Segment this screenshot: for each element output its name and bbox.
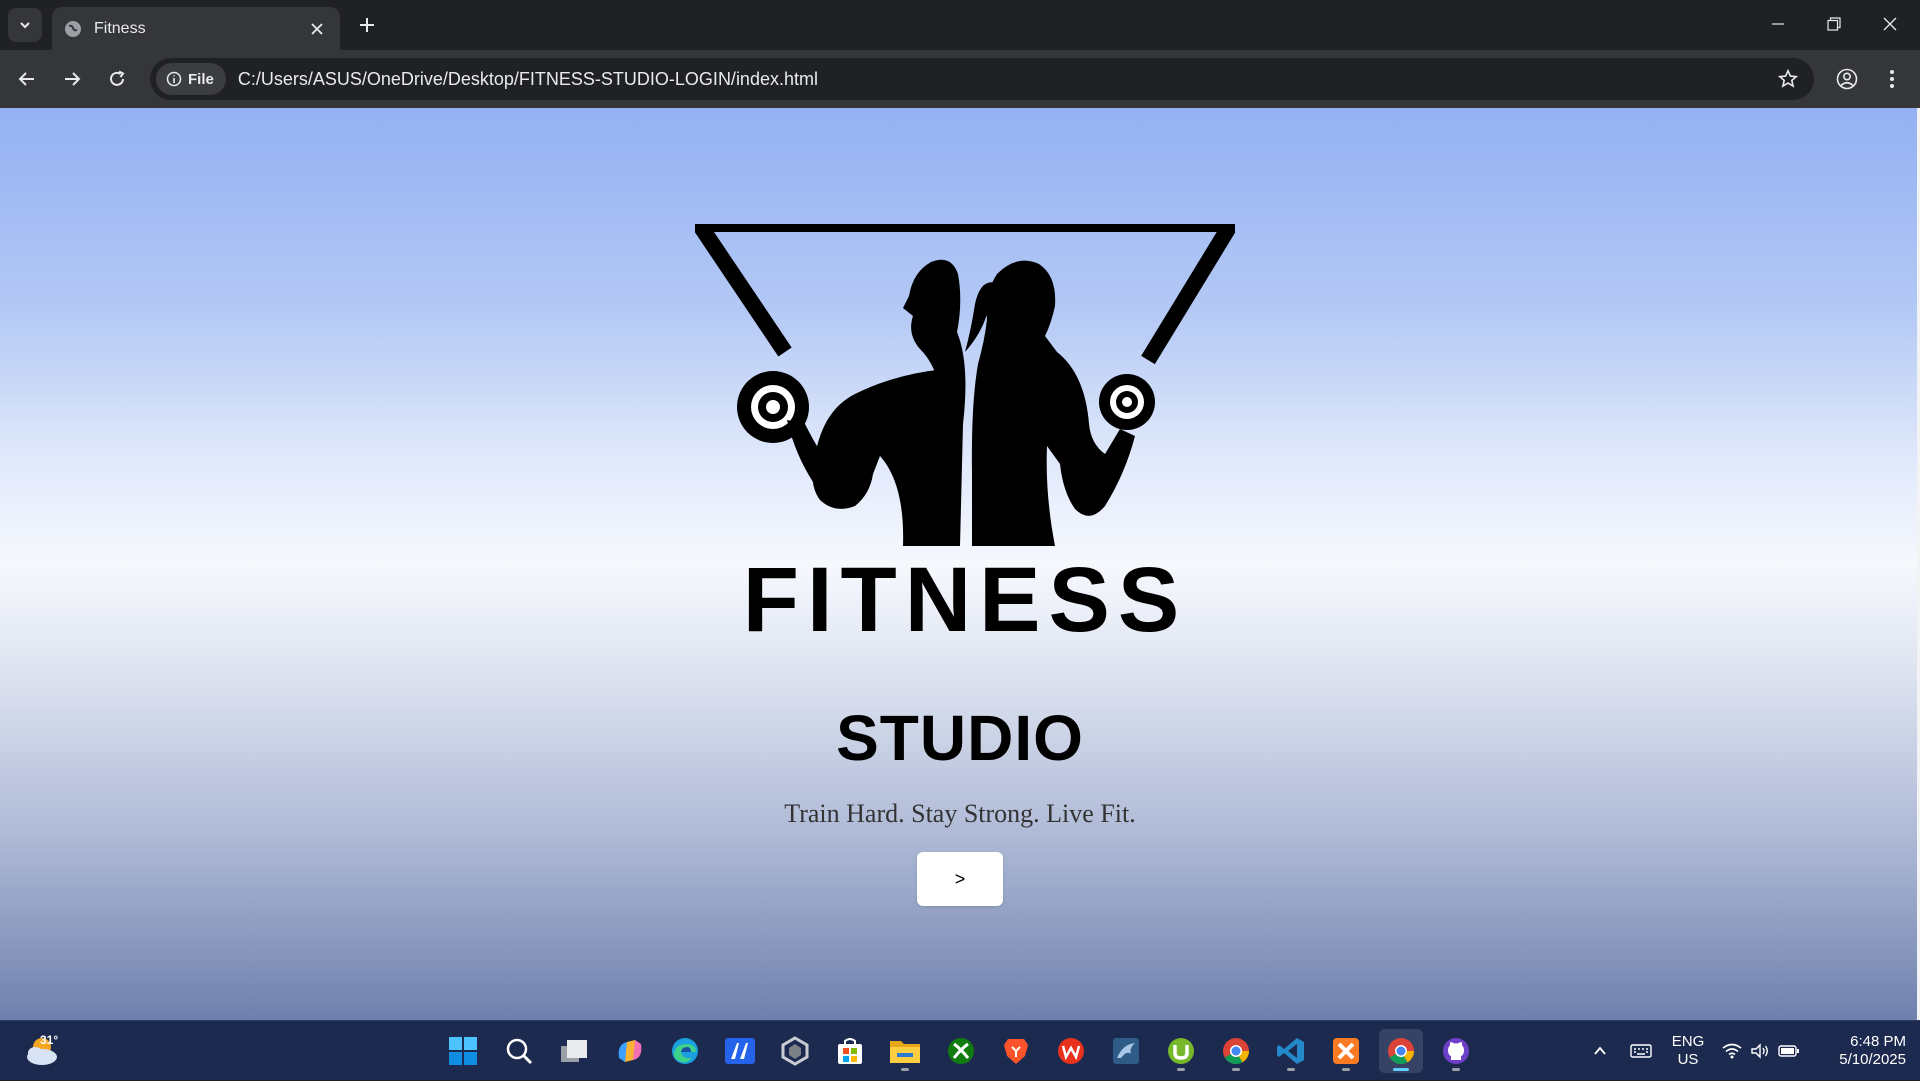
tagline: Train Hard. Stay Strong. Live Fit. (784, 799, 1136, 828)
arrow-left-icon (18, 72, 34, 86)
microsoft-store-app[interactable] (828, 1029, 872, 1073)
info-icon (166, 71, 182, 87)
weather-temp: 31° (40, 1033, 59, 1047)
unity-hub-app[interactable] (773, 1029, 817, 1073)
active-indicator (1393, 1068, 1409, 1071)
tab-title: Fitness (94, 19, 146, 37)
windows-taskbar: 31° ENG US 6:48 PM 5/10/2025 (0, 1020, 1920, 1080)
search-icon (506, 1038, 533, 1065)
plus-icon (360, 18, 374, 32)
xbox-icon (948, 1038, 974, 1064)
browser-tab-bar: Fitness (0, 0, 1920, 50)
input-language-indicator[interactable]: ENG US (1664, 1033, 1712, 1069)
touch-keyboard-button[interactable] (1626, 1021, 1656, 1081)
restore-button[interactable] (1806, 0, 1862, 48)
store-icon (838, 1038, 862, 1064)
site-chip-label: File (188, 70, 214, 88)
show-hidden-icons-button[interactable] (1586, 1021, 1614, 1081)
file-explorer-app[interactable] (883, 1029, 927, 1073)
chrome-app-active[interactable] (1379, 1029, 1423, 1073)
running-indicator (1287, 1068, 1295, 1071)
folder-icon (890, 1041, 920, 1063)
reload-icon (110, 70, 125, 86)
copilot-app[interactable] (608, 1029, 652, 1073)
restore-icon (1827, 17, 1841, 31)
back-button[interactable] (9, 61, 45, 97)
running-indicator (1342, 1068, 1350, 1071)
browser-tab-fitness[interactable]: Fitness (52, 7, 340, 50)
bookmark-star-icon[interactable] (1770, 61, 1806, 97)
system-clock[interactable]: 6:48 PM 5/10/2025 (1812, 1033, 1906, 1069)
xampp-app[interactable] (1324, 1029, 1368, 1073)
keyboard-icon (1630, 1044, 1652, 1058)
region-code: US (1677, 1051, 1699, 1068)
next-button[interactable]: > (917, 852, 1003, 906)
page-heading: STUDIO (836, 702, 1084, 774)
reload-button[interactable] (99, 61, 135, 97)
close-tab-icon[interactable] (306, 18, 328, 40)
more-vertical-icon (1890, 70, 1894, 88)
wps-office-app[interactable] (1049, 1029, 1093, 1073)
task-view-icon (561, 1040, 587, 1062)
globe-icon (64, 20, 82, 38)
running-indicator (1452, 1068, 1460, 1071)
running-indicator (1232, 1068, 1240, 1071)
clock-time: 6:48 PM (1850, 1033, 1906, 1050)
chevron-down-icon (20, 22, 30, 29)
tab-search-button[interactable] (8, 8, 42, 42)
github-desktop-app[interactable] (1434, 1029, 1478, 1073)
wps-icon (1058, 1038, 1084, 1064)
wifi-icon (1722, 1043, 1742, 1059)
ai-slash-icon (725, 1038, 755, 1064)
fitness-logo: FITNESS (695, 224, 1235, 644)
url-text[interactable]: C:/Users/ASUS/OneDrive/Desktop/FITNESS-S… (238, 69, 1770, 90)
edge-icon (672, 1038, 698, 1064)
browser-menu-button[interactable] (1874, 61, 1910, 97)
profile-icon (1836, 68, 1858, 90)
brave-lion-icon (1004, 1039, 1028, 1064)
battery-icon (1778, 1045, 1799, 1057)
chevron-up-icon (1594, 1046, 1606, 1055)
ai-app[interactable] (718, 1029, 762, 1073)
new-tab-button[interactable] (352, 10, 382, 40)
unity-icon (781, 1036, 809, 1066)
taskbar-search-button[interactable] (497, 1029, 541, 1073)
dolphin-icon (1113, 1038, 1139, 1064)
xbox-app[interactable] (939, 1029, 983, 1073)
utorrent-icon (1168, 1038, 1194, 1064)
clock-date: 5/10/2025 (1839, 1051, 1906, 1068)
chrome-app[interactable] (1214, 1029, 1258, 1073)
page-viewport: FITNESS STUDIO Train Hard. Stay Strong. … (0, 108, 1920, 1020)
github-icon (1443, 1038, 1469, 1064)
minimize-icon (1772, 23, 1784, 25)
logo-wordmark: FITNESS (743, 549, 1187, 644)
vscode-icon (1277, 1038, 1304, 1064)
browser-toolbar: File C:/Users/ASUS/OneDrive/Desktop/FITN… (0, 50, 1920, 108)
forward-button[interactable] (54, 61, 90, 97)
close-window-button[interactable] (1862, 0, 1918, 48)
chrome-icon (1223, 1038, 1250, 1065)
site-info-chip[interactable]: File (156, 63, 226, 95)
windows-logo-icon (449, 1037, 477, 1065)
profile-button[interactable] (1829, 61, 1865, 97)
close-icon (1883, 17, 1897, 31)
utorrent-app[interactable] (1159, 1029, 1203, 1073)
chrome-icon (1388, 1038, 1415, 1065)
running-indicator (1177, 1068, 1185, 1071)
vs-code-app[interactable] (1269, 1029, 1313, 1073)
copilot-icon (618, 1040, 642, 1062)
task-view-button[interactable] (552, 1029, 596, 1073)
brave-app[interactable] (994, 1029, 1038, 1073)
mysql-workbench-app[interactable] (1104, 1029, 1148, 1073)
arrow-right-icon (65, 72, 81, 86)
running-indicator (901, 1068, 909, 1071)
xampp-icon (1333, 1038, 1359, 1064)
volume-icon (1751, 1043, 1768, 1059)
quick-settings-button[interactable] (1722, 1021, 1800, 1081)
address-bar[interactable]: File C:/Users/ASUS/OneDrive/Desktop/FITN… (150, 58, 1814, 100)
edge-app[interactable] (663, 1029, 707, 1073)
start-button[interactable] (441, 1029, 485, 1073)
minimize-button[interactable] (1750, 0, 1806, 48)
language-code: ENG (1671, 1033, 1705, 1050)
